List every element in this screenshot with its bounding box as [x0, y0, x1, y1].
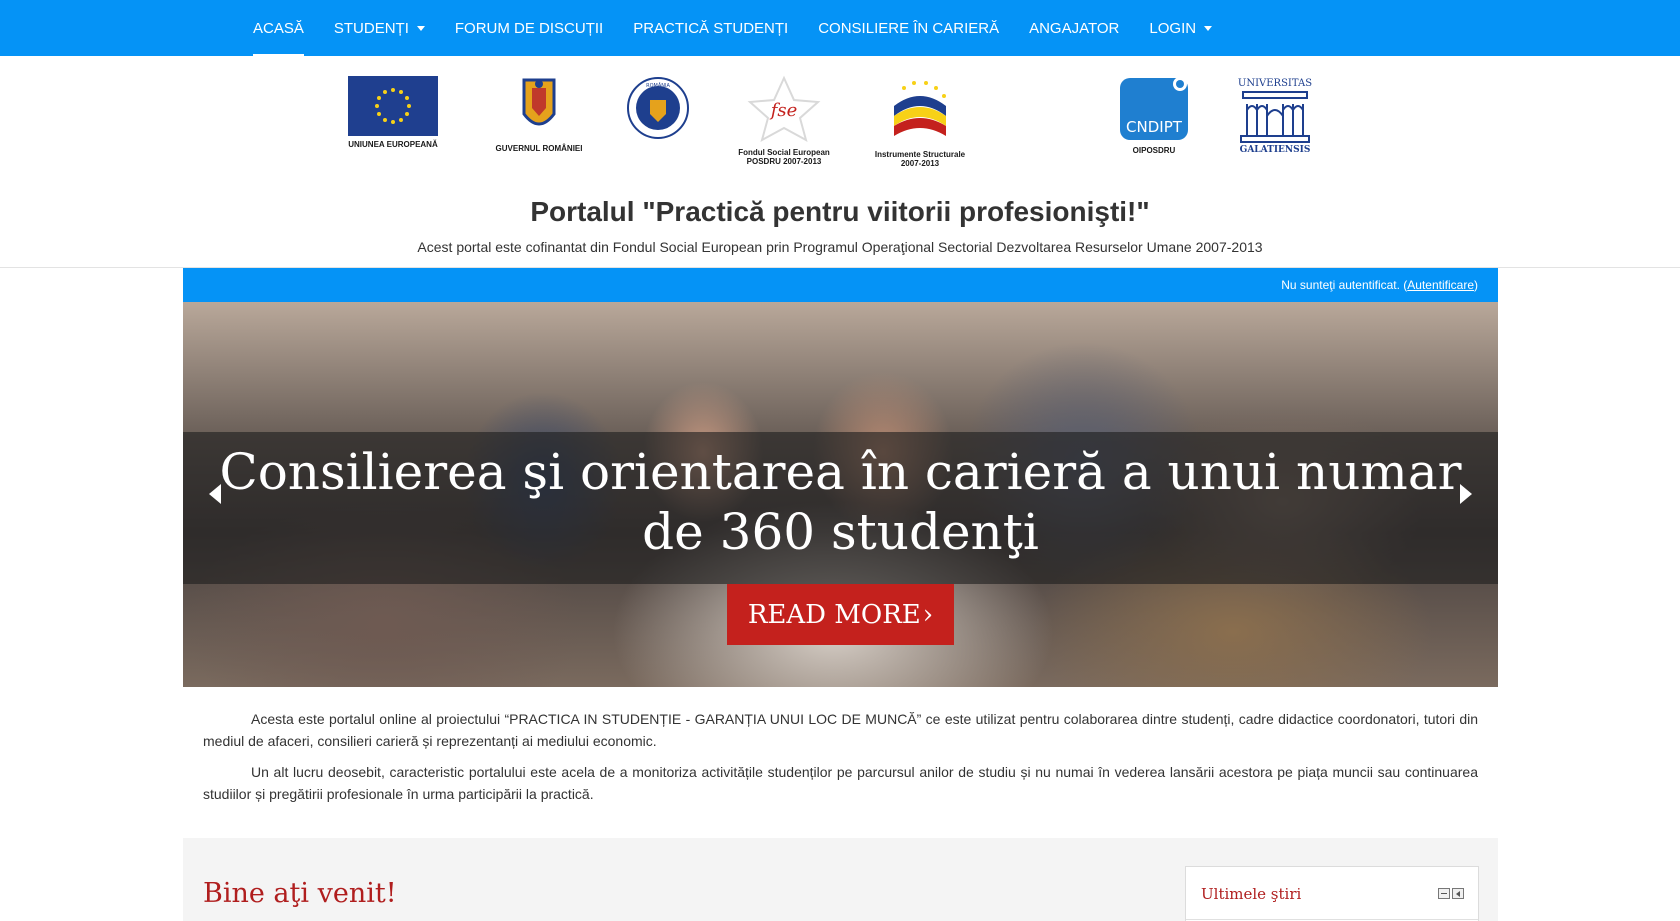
- intro-paragraph: Acesta este portalul online al proiectul…: [203, 711, 1478, 749]
- triangle-left-icon[interactable]: [209, 484, 221, 504]
- top-navbar: ACASĂ STUDENȚI FORUM DE DISCUȚII PRACTIC…: [0, 0, 1680, 56]
- svg-text:UNIVERSITAS: UNIVERSITAS: [1238, 78, 1312, 89]
- nav-item-consiliere[interactable]: CONSILIERE ÎN CARIERĂ: [803, 0, 1014, 56]
- logo-caption: UNIUNEA EUROPEANĂ: [348, 140, 438, 149]
- nav-item-login[interactable]: LOGIN: [1134, 0, 1227, 56]
- ugal-logo: UNIVERSITAS GALATIENSIS: [1233, 76, 1317, 155]
- welcome-heading: Bine aţi venit!: [203, 878, 397, 909]
- ministry-seal: ROMÂNIA: [626, 76, 690, 140]
- gov-logo: GUVERNUL ROMÂNIEI: [494, 74, 584, 153]
- latest-news-panel: Ultimele ştiri: [1185, 866, 1479, 921]
- svg-text:ROMÂNIA: ROMÂNIA: [646, 82, 670, 89]
- svg-text:fse: fse: [769, 100, 798, 121]
- logo-caption: OIPOSDRU: [1132, 146, 1176, 155]
- read-more-button[interactable]: READ MORE ›: [727, 584, 954, 645]
- auth-status-bar: Nu sunteţi autentificat. (Autentificare): [183, 268, 1498, 302]
- fse-star-icon: fse: [747, 75, 821, 143]
- logo-caption: Instrumente Structurale 2007-2013: [874, 150, 966, 168]
- seal-icon: ROMÂNIA: [627, 77, 689, 139]
- auth-status-close: ): [1474, 278, 1478, 292]
- logo-caption: GUVERNUL ROMÂNIEI: [495, 144, 583, 153]
- cndipt-logo: CNDIPT OIPOSDRU: [1118, 76, 1190, 155]
- nav-item-practica[interactable]: PRACTICĂ STUDENȚI: [618, 0, 803, 56]
- nav-menu: ACASĂ STUDENȚI FORUM DE DISCUȚII PRACTIC…: [238, 0, 1227, 56]
- coat-of-arms-icon: [522, 78, 556, 126]
- fse-logo: fse Fondul Social European POSDRU 2007-2…: [738, 74, 830, 166]
- collapse-icon[interactable]: [1452, 888, 1464, 899]
- panel-divider: [1186, 919, 1478, 920]
- login-link[interactable]: Autentificare: [1407, 278, 1474, 292]
- structural-instruments-icon: [894, 81, 946, 136]
- svg-text:CNDIPT: CNDIPT: [1126, 118, 1183, 136]
- eu-flag-icon: [348, 76, 438, 136]
- content-section: Bine aţi venit! Ultimele ştiri: [183, 838, 1498, 921]
- slide-title: Consilierea şi orientarea în carieră a u…: [219, 443, 1462, 561]
- portal-title: Portalul "Practică pentru viitorii profe…: [530, 196, 1150, 227]
- intro-text: Acesta este portalul online al proiectul…: [203, 708, 1478, 814]
- chevron-right-icon: ›: [922, 599, 934, 630]
- eu-logo: UNIUNEA EUROPEANĂ: [348, 76, 438, 149]
- triangle-right-icon[interactable]: [1460, 484, 1472, 504]
- is-logo: Instrumente Structurale 2007-2013: [874, 76, 966, 168]
- portal-subtitle: Acest portal este cofinantat din Fondul …: [417, 239, 1263, 255]
- nav-item-studenti[interactable]: STUDENȚI: [319, 0, 440, 56]
- hero-slider: Consilierea şi orientarea în carieră a u…: [183, 302, 1498, 687]
- logo-caption: Fondul Social European POSDRU 2007-2013: [738, 148, 830, 166]
- caret-down-icon: [416, 25, 425, 31]
- nav-item-forum[interactable]: FORUM DE DISCUȚII: [440, 0, 618, 56]
- logo-caption: GALATIENSIS: [1239, 145, 1311, 155]
- caret-down-icon: [1204, 25, 1213, 31]
- nav-item-angajator[interactable]: ANGAJATOR: [1014, 0, 1134, 56]
- nav-item-acasa[interactable]: ACASĂ: [238, 0, 319, 56]
- university-building-icon: UNIVERSITAS: [1238, 78, 1312, 143]
- minimize-icon[interactable]: [1438, 888, 1450, 899]
- auth-status-text: Nu sunteţi autentificat. (: [1281, 278, 1408, 292]
- intro-paragraph: Un alt lucru deosebit, caracteristic por…: [203, 764, 1478, 802]
- news-panel-title: Ultimele ştiri: [1201, 885, 1302, 903]
- cndipt-icon: CNDIPT: [1120, 77, 1188, 140]
